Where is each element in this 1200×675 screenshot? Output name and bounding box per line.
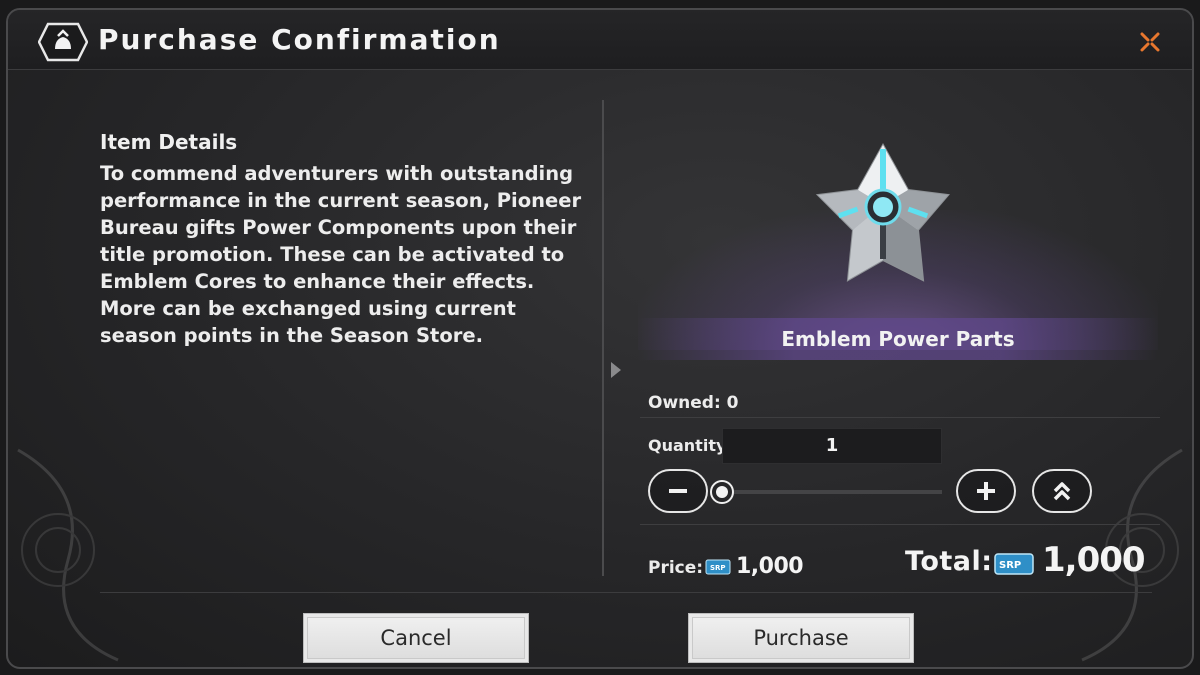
item-details-panel: Item Details To commend adventurers with… (100, 130, 590, 349)
price-label: Price: (648, 558, 704, 578)
purchase-dialog: Purchase Confirmation Item Details To co… (6, 8, 1194, 669)
quantity-label: Quantity (648, 436, 727, 455)
cancel-button[interactable]: Cancel (303, 613, 529, 663)
increase-button[interactable] (956, 469, 1016, 513)
quantity-divider (640, 524, 1160, 525)
details-description: To commend adventurers with outstanding … (100, 162, 582, 347)
srp-currency-icon: SRP (705, 559, 731, 575)
item-name-banner: Emblem Power Parts (638, 318, 1158, 360)
bag-icon (38, 22, 88, 62)
item-name: Emblem Power Parts (781, 327, 1015, 351)
svg-text:SRP: SRP (710, 564, 726, 572)
footer-divider (100, 592, 1152, 593)
minus-icon (669, 489, 687, 493)
owned-divider (640, 417, 1160, 418)
srp-currency-icon: SRP (994, 553, 1034, 575)
svg-text:SRP: SRP (999, 560, 1021, 571)
vertical-divider (602, 100, 604, 576)
plus-icon (977, 482, 995, 500)
ghost-shell-item-icon (815, 142, 950, 282)
dialog-header: Purchase Confirmation (8, 10, 1192, 70)
dialog-title: Purchase Confirmation (98, 23, 501, 56)
arrow-right-icon (611, 362, 621, 378)
decrease-button[interactable] (648, 469, 708, 513)
quantity-input[interactable]: 1 (722, 428, 942, 464)
total-value: 1,000 (1042, 540, 1146, 580)
double-chevron-up-icon (1053, 482, 1071, 501)
quantity-slider-track[interactable] (722, 490, 942, 494)
details-heading: Item Details (100, 130, 238, 154)
price-value: 1,000 (736, 554, 804, 579)
max-quantity-button[interactable] (1032, 469, 1092, 513)
total-label: Total: (905, 546, 993, 577)
purchase-button[interactable]: Purchase (688, 613, 914, 663)
owned-count: Owned: 0 (648, 393, 739, 413)
quantity-slider-thumb[interactable] (710, 480, 734, 504)
ornament-left-icon (17, 448, 119, 662)
close-icon[interactable] (1138, 30, 1162, 54)
